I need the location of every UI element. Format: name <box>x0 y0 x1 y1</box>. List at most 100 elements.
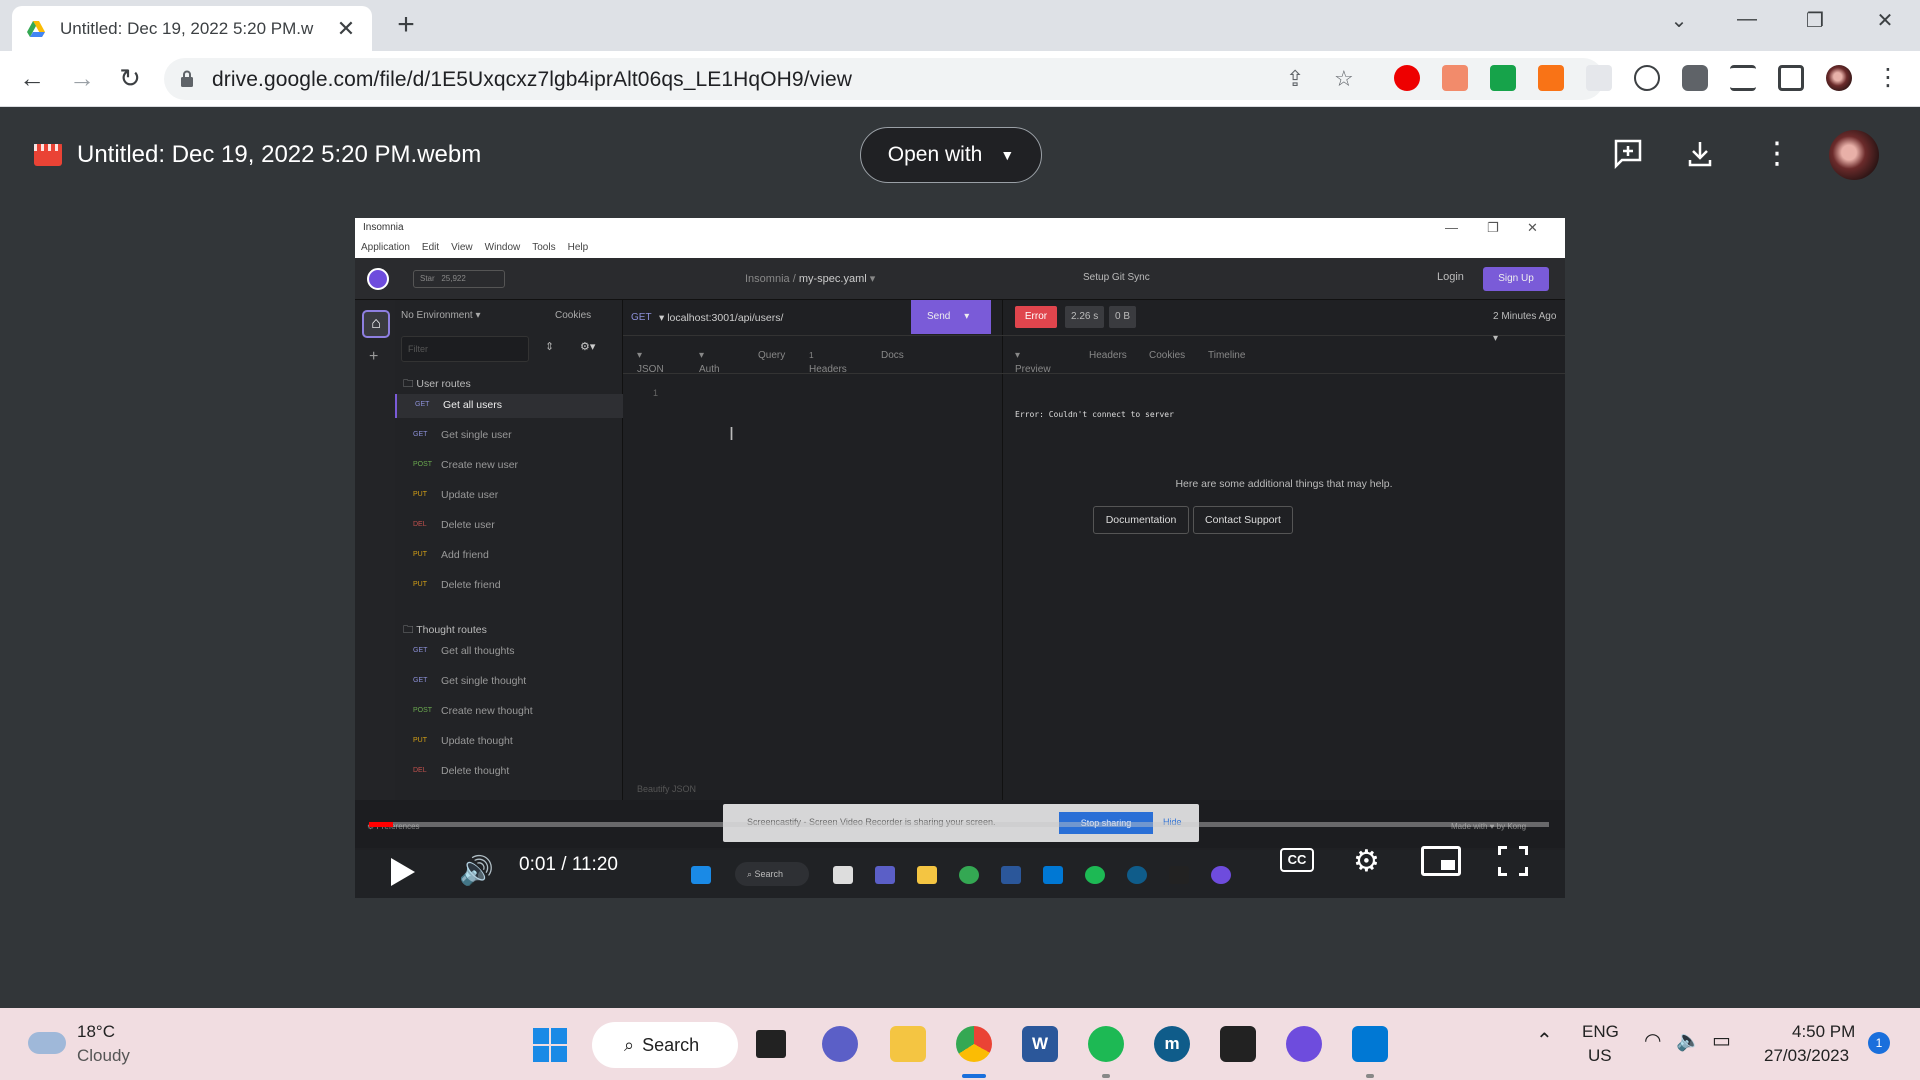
open-with-label: Open with <box>887 143 983 166</box>
profile-avatar[interactable] <box>1826 65 1852 91</box>
user-avatar[interactable] <box>1829 130 1879 180</box>
open-with-button[interactable]: Open with ▼ <box>860 127 1042 183</box>
method-badge: PUT <box>413 551 427 558</box>
list-item: PUT Update user <box>395 484 623 508</box>
chrome-menu-icon[interactable]: ⋮ <box>1872 63 1904 93</box>
browser-tab-strip: Untitled: Dec 19, 2022 5:20 PM.w ✕ + ⌄ —… <box>0 0 1920 51</box>
more-options-icon[interactable]: ⋮ <box>1762 136 1792 171</box>
video-progress-bar[interactable] <box>369 822 1549 827</box>
clock-date[interactable]: 27/03/2023 <box>1764 1046 1849 1066</box>
close-tab-icon[interactable]: ✕ <box>334 16 358 42</box>
video-player[interactable]: Insomnia Application Edit View Window To… <box>355 218 1565 898</box>
minimize-button[interactable]: — <box>1732 8 1762 31</box>
grey-extension-icon[interactable] <box>1586 65 1612 91</box>
list-item: GET Get all users <box>395 394 623 418</box>
method-badge: GET <box>413 647 428 654</box>
breadcrumb-document: my-spec.yaml <box>798 273 867 285</box>
speaker-icon[interactable]: 🔈 <box>1676 1028 1701 1053</box>
task-view-icon[interactable] <box>756 1030 786 1058</box>
weather-temperature[interactable]: 18°C <box>77 1022 115 1042</box>
show-hidden-icons-icon[interactable]: ⌃ <box>1536 1028 1553 1053</box>
close-window-button[interactable]: ✕ <box>1870 8 1900 33</box>
recorded-start-icon <box>691 866 711 884</box>
browser-tab[interactable]: Untitled: Dec 19, 2022 5:20 PM.w ✕ <box>12 6 372 51</box>
accessibility-extension-icon[interactable] <box>1634 65 1660 91</box>
insomnia-close-icon: ✕ <box>1527 220 1538 235</box>
file-explorer-icon[interactable] <box>890 1026 926 1062</box>
response-time: 2.26 s <box>1065 306 1105 328</box>
forward-button[interactable]: → <box>66 63 98 93</box>
insomnia-taskbar-icon[interactable] <box>1286 1026 1322 1062</box>
menu-window: Window <box>484 242 521 253</box>
volume-icon[interactable]: 🔊 <box>459 854 494 887</box>
folder-label: Thought routes <box>416 624 487 636</box>
method-badge: DEL <box>413 521 427 528</box>
side-panel-icon[interactable] <box>1778 65 1804 91</box>
vscode-icon[interactable] <box>1352 1026 1388 1062</box>
menu-help: Help <box>567 242 589 253</box>
url-bar: GET ▾ localhost:3001/api/users/ Send ▾ <box>623 300 1003 336</box>
miniplayer-icon[interactable] <box>1421 846 1461 876</box>
chrome-icon[interactable] <box>956 1026 992 1062</box>
taskbar-search[interactable]: ⌕ Search <box>592 1022 738 1068</box>
tab-label: Preview <box>1015 364 1051 375</box>
screencastify-extension-icon[interactable] <box>1442 65 1468 91</box>
lighthouse-extension-icon[interactable] <box>1538 65 1564 91</box>
bookmark-star-icon[interactable]: ☆ <box>1334 66 1354 92</box>
add-comment-icon[interactable] <box>1612 138 1644 170</box>
checkmark-extension-icon[interactable] <box>1490 65 1516 91</box>
sort-icon: ⇕ <box>545 341 555 353</box>
line-number: 1 <box>653 388 659 398</box>
signup-button: Sign Up <box>1483 267 1549 291</box>
tab-response-headers: Headers <box>1089 350 1127 361</box>
recorded-word-icon <box>1001 866 1021 884</box>
weather-description[interactable]: Cloudy <box>77 1046 130 1066</box>
chat-icon[interactable] <box>822 1026 858 1062</box>
browser-toolbar: ← → ↻ drive.google.com/file/d/1E5Uxqcxz7… <box>0 51 1920 107</box>
spotify-icon[interactable] <box>1088 1026 1124 1062</box>
share-icon[interactable]: ⇪ <box>1286 66 1304 92</box>
battery-icon[interactable]: ▭ <box>1712 1028 1731 1053</box>
media-control-icon[interactable] <box>1730 65 1756 91</box>
error-message: Error: Couldn't connect to server <box>1015 410 1174 419</box>
response-size: 0 B <box>1109 306 1137 328</box>
wifi-icon[interactable]: ◠ <box>1644 1028 1661 1053</box>
sticky-notes-icon[interactable] <box>1220 1026 1256 1062</box>
captions-button[interactable]: CC <box>1280 848 1314 872</box>
start-menu-icon[interactable] <box>533 1028 567 1062</box>
request-name: Add friend <box>441 549 489 561</box>
download-icon[interactable] <box>1684 138 1716 170</box>
tab-search-icon[interactable]: ⌄ <box>1664 8 1694 33</box>
address-bar[interactable]: drive.google.com/file/d/1E5Uxqcxz7lgb4ip… <box>164 58 1604 100</box>
method-badge: GET <box>415 401 430 408</box>
extensions-puzzle-icon[interactable] <box>1682 65 1708 91</box>
new-tab-button[interactable]: + <box>392 10 420 40</box>
notification-badge[interactable]: 1 <box>1868 1032 1890 1054</box>
fullscreen-icon[interactable] <box>1498 846 1528 876</box>
back-button[interactable]: ← <box>16 63 48 93</box>
reload-button[interactable]: ↻ <box>114 63 146 93</box>
language-bottom[interactable]: US <box>1588 1046 1612 1066</box>
folder-label: User routes <box>416 378 471 390</box>
recorded-spotify-icon <box>1085 866 1105 884</box>
dropdown-caret-icon: ▼ <box>1000 147 1015 163</box>
language-top[interactable]: ENG <box>1582 1022 1619 1042</box>
play-icon[interactable] <box>391 858 415 886</box>
adblock-extension-icon[interactable] <box>1394 65 1420 91</box>
method-badge: PUT <box>413 581 427 588</box>
breadcrumb-separator: / <box>792 273 796 285</box>
mu-app-icon[interactable]: m <box>1154 1026 1190 1062</box>
tab-query: Query <box>758 350 786 361</box>
menu-edit: Edit <box>421 242 440 253</box>
add-icon: + <box>369 348 379 365</box>
contact-support-button: Contact Support <box>1193 506 1293 534</box>
request-name: Create new user <box>441 459 519 471</box>
word-icon[interactable]: W <box>1022 1026 1058 1062</box>
settings-gear-icon[interactable]: ⚙ <box>1353 844 1380 879</box>
tab-label: Auth <box>699 364 720 375</box>
cloud-icon[interactable] <box>28 1032 66 1054</box>
clock-time[interactable]: 4:50 PM <box>1792 1022 1855 1042</box>
restore-button[interactable]: ❐ <box>1800 8 1830 33</box>
request-name: Get all users <box>443 399 502 411</box>
home-icon: ⌂ <box>362 310 390 338</box>
